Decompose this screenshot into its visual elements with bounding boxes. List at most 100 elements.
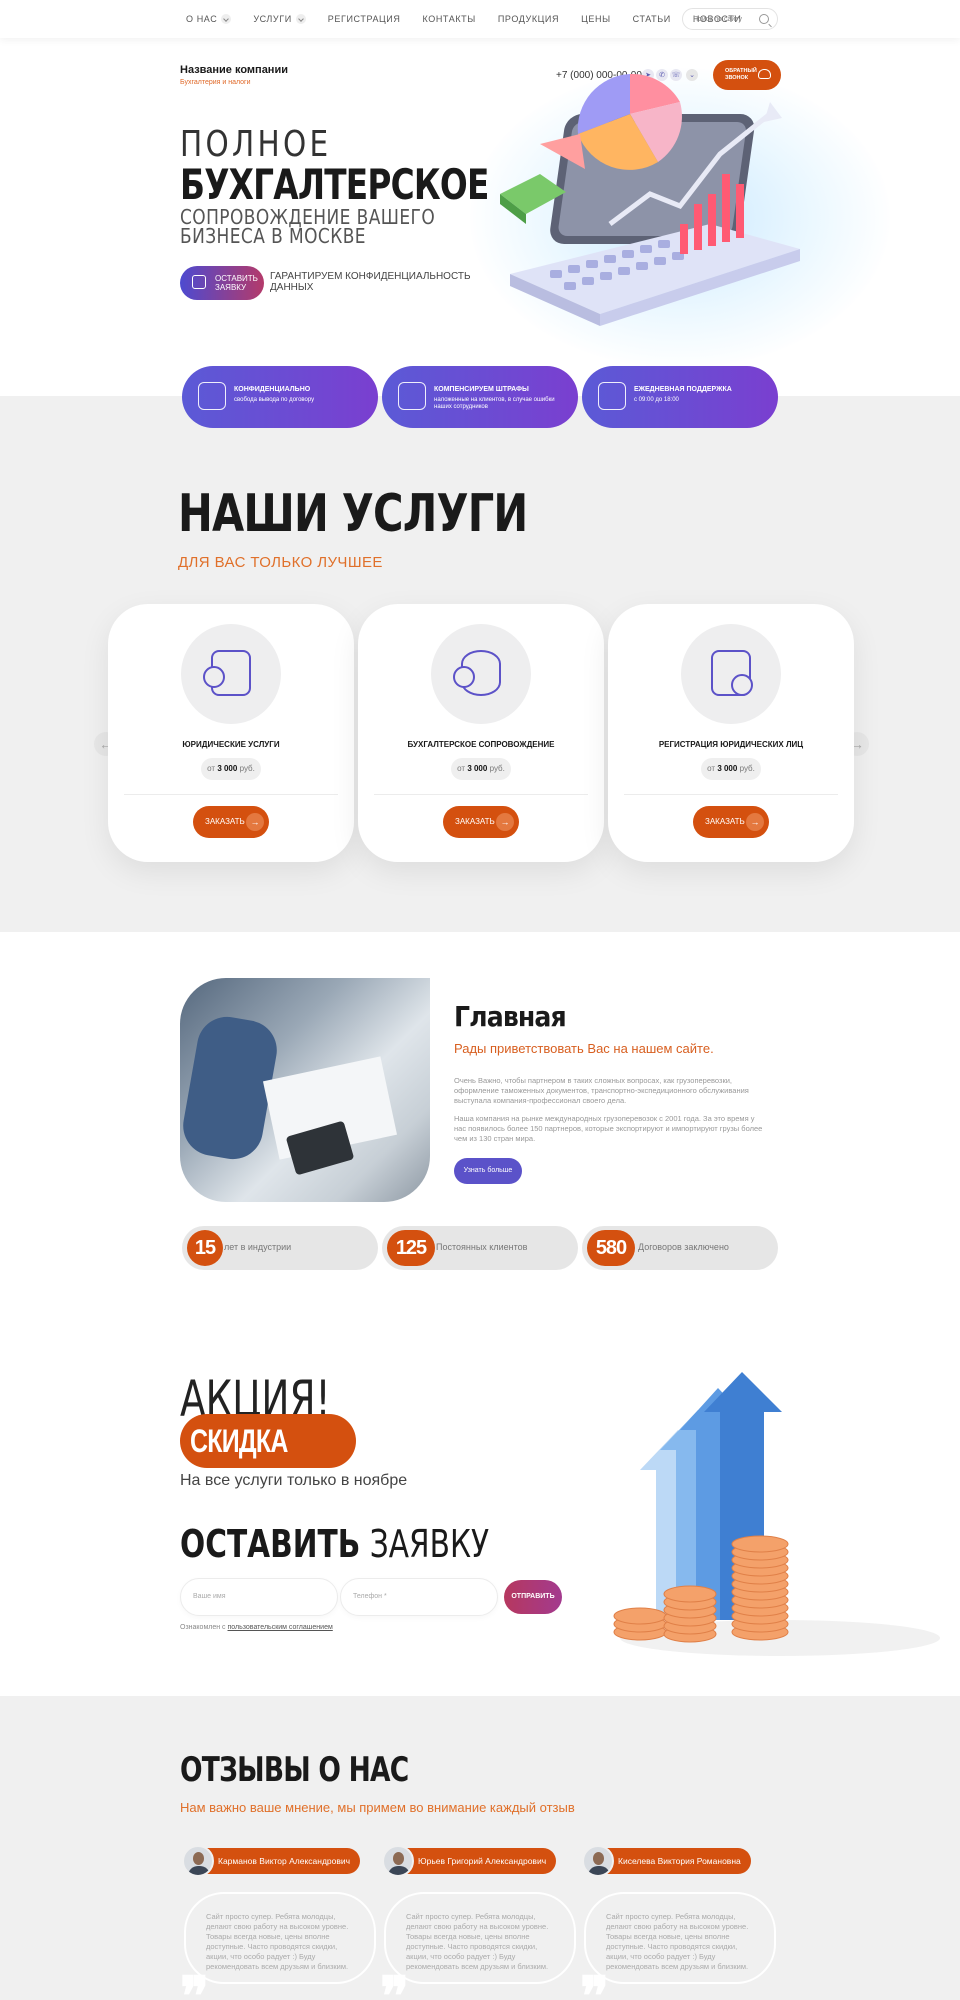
- hero-request-button[interactable]: ОСТАВИТЬ ЗАЯВКУ: [180, 266, 264, 300]
- nav-item-contacts[interactable]: КОНТАКТЫ: [422, 14, 475, 24]
- order-button[interactable]: ЗАКАЗАТЬ →: [693, 806, 769, 838]
- price-prefix: от: [457, 764, 466, 773]
- price-currency: руб.: [239, 764, 255, 773]
- nav-item-about[interactable]: О НАС: [186, 14, 232, 24]
- search-icon[interactable]: [759, 14, 769, 24]
- support-icon: [598, 382, 626, 410]
- nav-item-prices[interactable]: ЦЕНЫ: [581, 14, 611, 24]
- avatar: [382, 1845, 414, 1877]
- price-value: 3 000: [217, 764, 238, 773]
- arrow-right-icon: →: [746, 813, 764, 831]
- nav-item-registration[interactable]: РЕГИСТРАЦИЯ: [328, 14, 401, 24]
- about-photo: [180, 978, 430, 1202]
- services-section: НАШИ УСЛУГИ ДЛЯ ВАС ТОЛЬКО ЛУЧШЕЕ ← → ЮР…: [0, 396, 960, 932]
- chevron-down-icon[interactable]: [295, 14, 306, 24]
- top-navigation: О НАС УСЛУГИ РЕГИСТРАЦИЯ КОНТАКТЫ ПРОДУК…: [0, 0, 960, 38]
- hero-title-line2: БУХГАЛТЕРСКОЕ: [180, 160, 489, 209]
- learn-more-button[interactable]: Узнать больше: [454, 1158, 522, 1184]
- service-price: от 3 000 руб.: [701, 758, 761, 780]
- stat-value: 580: [587, 1230, 635, 1266]
- service-icon-circle: [681, 624, 781, 724]
- feature-title: ЕЖЕДНЕВНАЯ ПОДДЕРЖКА: [634, 386, 732, 393]
- service-card-registration[interactable]: РЕГИСТРАЦИЯ ЮРИДИЧЕСКИХ ЛИЦ от 3 000 руб…: [608, 604, 854, 862]
- author-name: Юрьев Григорий Александрович: [418, 1856, 547, 1866]
- review-text-bubble: Сайт просто супер. Ребята молодцы, делаю…: [384, 1892, 576, 1984]
- form-title: ОСТАВИТЬ ЗАЯВКУ: [180, 1522, 489, 1566]
- laptop-chart-illustration: [500, 74, 800, 326]
- review-author: Киселева Виктория Романовна: [582, 1845, 751, 1877]
- avatar: [182, 1845, 214, 1877]
- hero-section: Название компании Бухгалтерия и налоги +…: [0, 38, 960, 396]
- checkmark-icon: [731, 674, 753, 696]
- lock-document-icon: [198, 382, 226, 410]
- stat-value: 125: [387, 1230, 435, 1266]
- feature-confidential: КОНФИДЕНЦИАЛЬНО свобода вывода по догово…: [182, 366, 378, 428]
- nav-item-articles[interactable]: СТАТЬИ: [633, 14, 671, 24]
- phone-field[interactable]: Телефон *: [340, 1578, 498, 1616]
- nav-item-services[interactable]: УСЛУГИ: [253, 14, 306, 24]
- search-input[interactable]: Поиск по сайту: [682, 8, 778, 30]
- feature-text: с 09:00 до 18:00: [634, 397, 679, 403]
- nav-label: О НАС: [186, 14, 218, 24]
- feature-text: наложенные на клиентов, в случае ошибки …: [434, 397, 555, 410]
- form-title-bold: ОСТАВИТЬ: [180, 1522, 361, 1566]
- send-button[interactable]: ОТПРАВИТЬ: [504, 1580, 562, 1614]
- review-text-bubble: Сайт просто супер. Ребята молодцы, делаю…: [584, 1892, 776, 1984]
- services-subtitle: ДЛЯ ВАС ТОЛЬКО ЛУЧШЕЕ: [178, 554, 383, 571]
- nav-label: ЦЕНЫ: [581, 14, 611, 24]
- chevron-down-icon[interactable]: [221, 14, 232, 24]
- order-button[interactable]: ЗАКАЗАТЬ →: [443, 806, 519, 838]
- divider: [124, 794, 338, 795]
- avatar: [582, 1845, 614, 1877]
- stat-value: 15: [187, 1230, 223, 1266]
- service-card-legal[interactable]: ЮРИДИЧЕСКИЕ УСЛУГИ от 3 000 руб. ЗАКАЗАТ…: [108, 604, 354, 862]
- search-placeholder: Поиск по сайту: [693, 15, 743, 23]
- wallet-icon: [398, 382, 426, 410]
- service-icon-circle: [181, 624, 281, 724]
- review-author: Карманов Виктор Александрович: [182, 1845, 361, 1877]
- feature-compensation: КОМПЕНСИРУЕМ ШТРАФЫ наложенные на клиент…: [382, 366, 578, 428]
- quote-icon: ❞: [580, 1964, 610, 2000]
- user-agreement-link[interactable]: пользовательским соглашением: [228, 1624, 333, 1631]
- about-paragraph: Очень Важно, чтобы партнером в таких сло…: [454, 1076, 749, 1105]
- agreement-text: Ознакомлен с пользовательским соглашение…: [180, 1624, 333, 1631]
- discount-badge: СКИДКА 15%: [180, 1414, 356, 1513]
- order-button[interactable]: ЗАКАЗАТЬ →: [193, 806, 269, 838]
- price-prefix: от: [207, 764, 216, 773]
- feature-title: КОМПЕНСИРУЕМ ШТРАФЫ: [434, 386, 529, 393]
- review-author: Юрьев Григорий Александрович: [382, 1845, 557, 1877]
- divider: [624, 794, 838, 795]
- feature-support: ЕЖЕДНЕВНАЯ ПОДДЕРЖКА с 09:00 до 18:00: [582, 366, 778, 428]
- order-label: ЗАКАЗАТЬ: [705, 817, 745, 826]
- arrow-right-icon: →: [246, 813, 264, 831]
- magnifier-icon: [453, 666, 475, 688]
- service-price: от 3 000 руб.: [451, 758, 511, 780]
- price-prefix: от: [707, 764, 716, 773]
- about-subtitle: Рады приветствовать Вас на нашем сайте.: [454, 1041, 714, 1056]
- price-currency: руб.: [739, 764, 755, 773]
- company-tagline: Бухгалтерия и налоги: [180, 79, 251, 86]
- nav-item-products[interactable]: ПРОДУКЦИЯ: [498, 14, 559, 24]
- feature-text: свобода вывода по договору: [234, 397, 315, 403]
- growth-arrows-coins-illustration: [613, 1372, 940, 1656]
- price-value: 3 000: [467, 764, 488, 773]
- stat-contracts: 580 Договоров заключено: [582, 1226, 778, 1270]
- author-name: Карманов Виктор Александрович: [218, 1856, 351, 1866]
- service-name: ЮРИДИЧЕСКИЕ УСЛУГИ: [182, 740, 280, 749]
- form-title-light: ЗАЯВКУ: [369, 1522, 490, 1566]
- order-label: ЗАКАЗАТЬ: [455, 817, 495, 826]
- service-card-accounting[interactable]: БУХГАЛТЕРСКОЕ СОПРОВОЖДЕНИЕ от 3 000 руб…: [358, 604, 604, 862]
- divider: [374, 794, 588, 795]
- hero-title-line1: ПОЛНОЕ: [180, 124, 332, 165]
- nav-label: ПРОДУКЦИЯ: [497, 14, 560, 24]
- nav-label: СТАТЬИ: [632, 14, 671, 24]
- discount-text: СКИДКА 15%: [190, 1423, 288, 1513]
- magnifier-icon: [203, 666, 225, 688]
- quote-icon: ❞: [180, 1964, 210, 2000]
- quote-icon: ❞: [380, 1964, 410, 2000]
- agreement-prefix: Ознакомлен с: [180, 1624, 226, 1631]
- service-icon-circle: [431, 624, 531, 724]
- name-field[interactable]: Ваше имя: [180, 1578, 338, 1616]
- about-title: Главная: [454, 1000, 567, 1033]
- company-name[interactable]: Название компании: [180, 64, 288, 76]
